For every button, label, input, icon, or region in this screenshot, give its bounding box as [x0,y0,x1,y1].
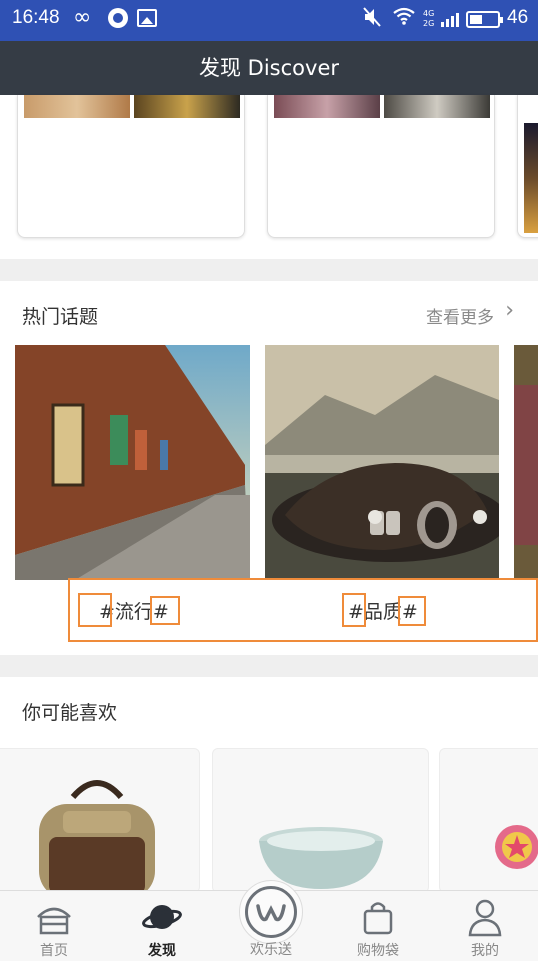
mute-icon [362,6,382,33]
infinity-icon: ∞ [73,5,92,30]
highlight-box [78,593,112,627]
tab-label: 发现 [148,943,176,959]
network-type: 4G 2G [423,9,434,29]
card-image [274,95,380,118]
battery-percent: 46 [507,7,529,28]
card-image [524,123,538,233]
recommend-item-bowl[interactable] [212,748,429,893]
top-card[interactable] [267,95,495,238]
bag-icon [363,902,393,935]
battery-icon [466,11,503,28]
tab-home[interactable]: 首页 [0,891,108,961]
view-more-link[interactable]: 查看更多 [426,303,494,328]
highlight-box [68,578,538,642]
person-icon [468,899,502,937]
hot-topics-title: 热门话题 [22,306,99,328]
card-image [24,95,130,118]
tab-label: 首页 [40,943,68,959]
network-type-top: 4G [423,9,435,18]
home-icon [37,907,71,935]
tab-label: 购物袋 [357,943,399,959]
highlight-box [342,593,366,627]
tab-center-button[interactable] [239,880,303,944]
network-type-bottom: 2G [423,19,435,28]
topic-image-partial[interactable] [514,345,538,580]
tab-profile[interactable]: 我的 [431,891,538,961]
recommend-title: 你可能喜欢 [22,702,118,724]
section-divider [0,259,538,281]
wifi-icon [392,6,416,31]
chevron-right-icon[interactable]: › [505,298,514,323]
card-image [384,95,490,118]
page-title: 发现 Discover [0,41,538,95]
recommend-item-backpack[interactable] [0,748,200,893]
signal-icon [441,10,463,31]
image-notification-icon [137,9,157,27]
recommend-item-ring[interactable] [439,748,538,893]
highlight-box [398,596,426,626]
sync-icon [108,8,128,28]
tab-discover[interactable]: 发现 [108,891,216,961]
tab-label-center[interactable]: 欢乐送 [239,939,303,959]
highlight-box [150,596,180,625]
w-logo-icon [245,886,297,938]
planet-icon [142,905,182,929]
topic-image-car[interactable] [265,345,499,580]
section-divider [0,655,538,677]
tab-label: 我的 [471,943,499,959]
status-time: 16:48 [12,7,60,28]
top-card[interactable] [517,95,538,238]
status-bar: 16:48 ∞ 4G 2G 46 [0,0,538,41]
topic-image-street[interactable] [15,345,250,580]
card-image [134,95,240,118]
top-card[interactable] [17,95,245,238]
tab-bag[interactable]: 购物袋 [324,891,432,961]
